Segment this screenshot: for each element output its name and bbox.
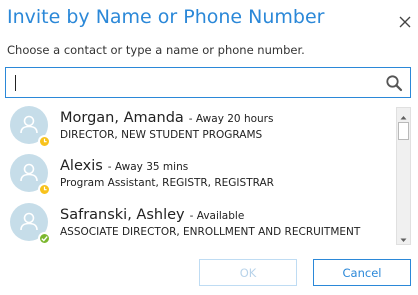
ok-button[interactable]: OK bbox=[199, 259, 297, 286]
contact-role: DIRECTOR, NEW STUDENT PROGRAMS bbox=[60, 129, 263, 141]
contact-name: Morgan, Amanda bbox=[60, 110, 184, 126]
cancel-button[interactable]: Cancel bbox=[313, 259, 411, 286]
contact-status: - Away 35 mins bbox=[107, 161, 189, 173]
contact-role: ASSOCIATE DIRECTOR, ENROLLMENT AND RECRU… bbox=[60, 226, 361, 238]
contact-status: - Away 20 hours bbox=[188, 113, 274, 125]
clock-icon bbox=[43, 138, 47, 143]
presence-available-icon bbox=[38, 232, 51, 245]
search-icon[interactable] bbox=[385, 74, 403, 92]
vertical-scrollbar[interactable] bbox=[396, 107, 411, 245]
presence-away-icon bbox=[38, 135, 51, 148]
contact-list: Morgan, Amanda - Away 20 hours DIRECTOR, … bbox=[5, 103, 415, 248]
contact-item[interactable]: Morgan, Amanda - Away 20 hours DIRECTOR, … bbox=[5, 103, 393, 153]
dialog-title: Invite by Name or Phone Number bbox=[7, 6, 325, 28]
scroll-down-icon[interactable] bbox=[398, 231, 409, 243]
contact-name: Safranski, Ashley bbox=[60, 207, 185, 223]
scrollbar-thumb[interactable] bbox=[398, 122, 409, 140]
contact-role: Program Assistant, REGISTR, REGISTRAR bbox=[60, 177, 274, 189]
text-cursor bbox=[15, 75, 16, 91]
contact-status: - Available bbox=[189, 210, 245, 222]
check-icon bbox=[41, 236, 48, 242]
clock-icon bbox=[43, 186, 47, 191]
invite-dialog: Invite by Name or Phone Number Choose a … bbox=[0, 0, 418, 295]
contact-item[interactable]: Alexis - Away 35 mins Program Assistant, … bbox=[5, 151, 393, 201]
search-box bbox=[5, 67, 411, 98]
contact-name: Alexis bbox=[60, 158, 103, 174]
contact-item[interactable]: Safranski, Ashley - Available ASSOCIATE D… bbox=[5, 200, 393, 248]
scroll-up-icon[interactable] bbox=[398, 109, 409, 121]
search-input[interactable] bbox=[14, 74, 374, 92]
presence-away-icon bbox=[38, 183, 51, 196]
dialog-subtitle: Choose a contact or type a name or phone… bbox=[7, 43, 305, 57]
close-icon[interactable] bbox=[398, 14, 412, 28]
